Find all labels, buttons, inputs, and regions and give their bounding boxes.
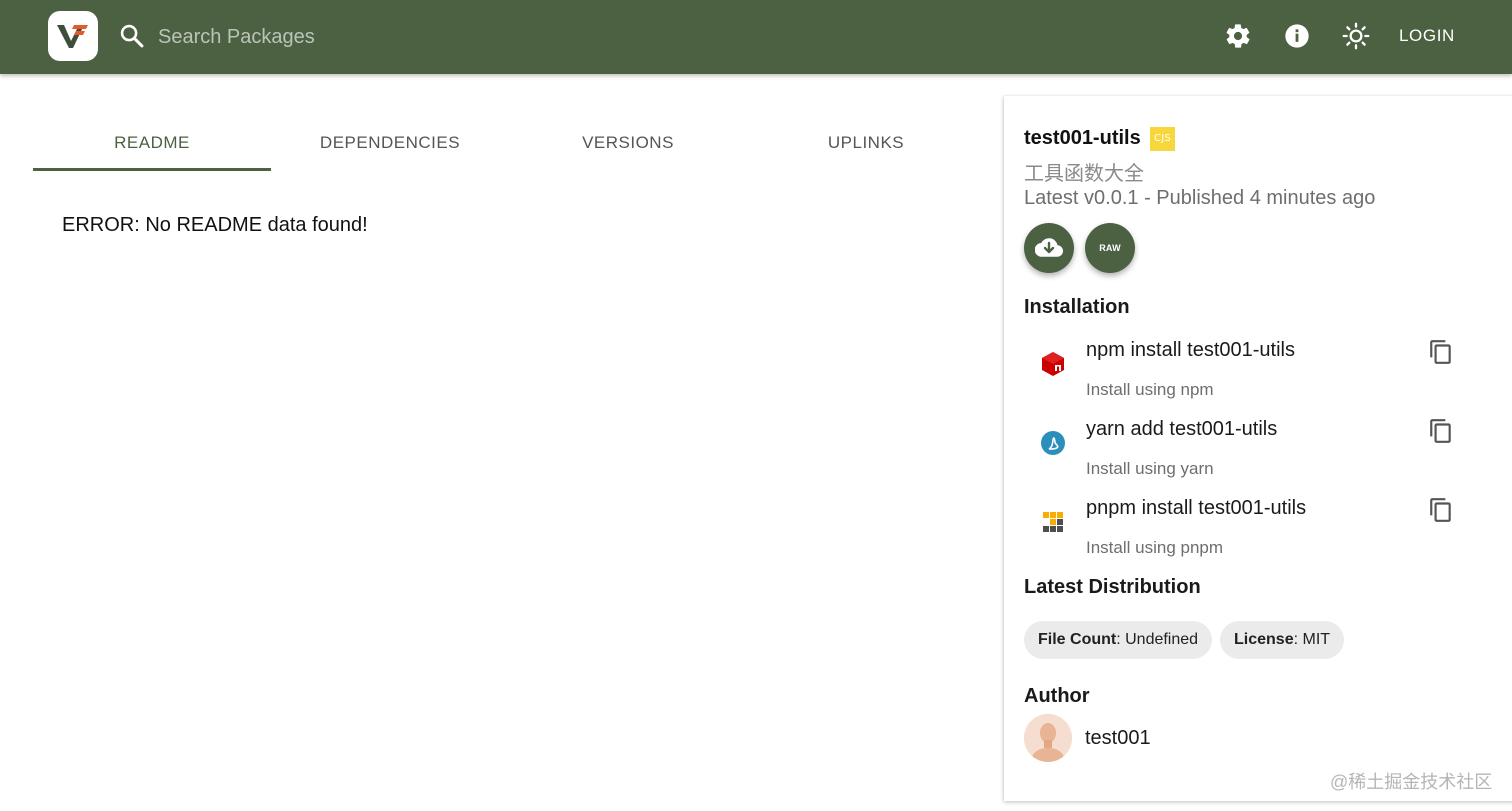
app-header: LOGIN [0, 0, 1512, 74]
package-tabs: README DEPENDENCIES VERSIONS UPLINKS [33, 118, 985, 172]
install-command: npm install test001-utils [1086, 339, 1295, 361]
author-title: Author [1024, 685, 1090, 707]
search-icon [120, 24, 144, 48]
file-count-chip: File Count: Undefined [1024, 621, 1213, 659]
module-type-badge: CJS [1150, 127, 1175, 151]
file-count-value: : Undefined [1116, 631, 1199, 648]
avatar[interactable] [1024, 714, 1072, 762]
readme-error-message: ERROR: No README data found! [62, 214, 368, 236]
file-count-label: File Count [1038, 631, 1117, 648]
tab-uplinks[interactable]: UPLINKS [747, 118, 985, 170]
install-command: yarn add test001-utils [1086, 418, 1278, 440]
install-command: pnpm install test001-utils [1086, 497, 1307, 519]
license-label: License [1234, 631, 1294, 648]
installation-title: Installation [1024, 296, 1130, 318]
login-button[interactable]: LOGIN [1399, 26, 1455, 46]
raw-manifest-button[interactable]: RAW [1085, 223, 1135, 273]
tab-dependencies[interactable]: DEPENDENCIES [271, 118, 509, 170]
package-description: 工具函数大全 [1024, 163, 1144, 185]
npm-icon [1042, 352, 1064, 376]
search-input[interactable] [156, 21, 660, 53]
watermark-text: @稀土掘金技术社区 [1330, 772, 1493, 792]
install-subtitle: Install using yarn [1086, 459, 1214, 478]
install-row-pnpm: pnpm install test001-utils Install using… [1024, 497, 1484, 575]
sun-icon[interactable] [1342, 22, 1370, 50]
download-tarball-button[interactable] [1024, 223, 1074, 273]
person-icon [1024, 714, 1072, 762]
package-latest-version: Latest v0.0.1 - Published 4 minutes ago [1024, 187, 1376, 209]
yarn-icon [1041, 431, 1065, 455]
install-row-yarn: yarn add test001-utils Install using yar… [1024, 418, 1484, 496]
install-row-npm: npm install test001-utils Install using … [1024, 339, 1484, 417]
copy-icon[interactable] [1428, 497, 1454, 523]
copy-icon[interactable] [1428, 339, 1454, 365]
info-icon[interactable] [1283, 22, 1311, 50]
gear-icon[interactable] [1224, 22, 1252, 50]
pnpm-icon [1043, 512, 1063, 532]
active-tab-indicator [33, 168, 271, 171]
package-name: test001-utils [1024, 127, 1141, 149]
tab-versions[interactable]: VERSIONS [509, 118, 747, 170]
license-chip: License: MIT [1220, 621, 1345, 659]
license-value: : MIT [1293, 631, 1331, 648]
copy-icon[interactable] [1428, 418, 1454, 444]
distribution-title: Latest Distribution [1024, 576, 1201, 598]
raw-label: RAW [1099, 243, 1121, 253]
cloud-download-icon [1035, 238, 1063, 257]
install-subtitle: Install using pnpm [1086, 538, 1224, 557]
install-subtitle: Install using npm [1086, 380, 1214, 399]
author-name[interactable]: test001 [1085, 727, 1151, 750]
logo-icon[interactable] [48, 11, 98, 61]
tab-readme[interactable]: README [33, 118, 271, 170]
